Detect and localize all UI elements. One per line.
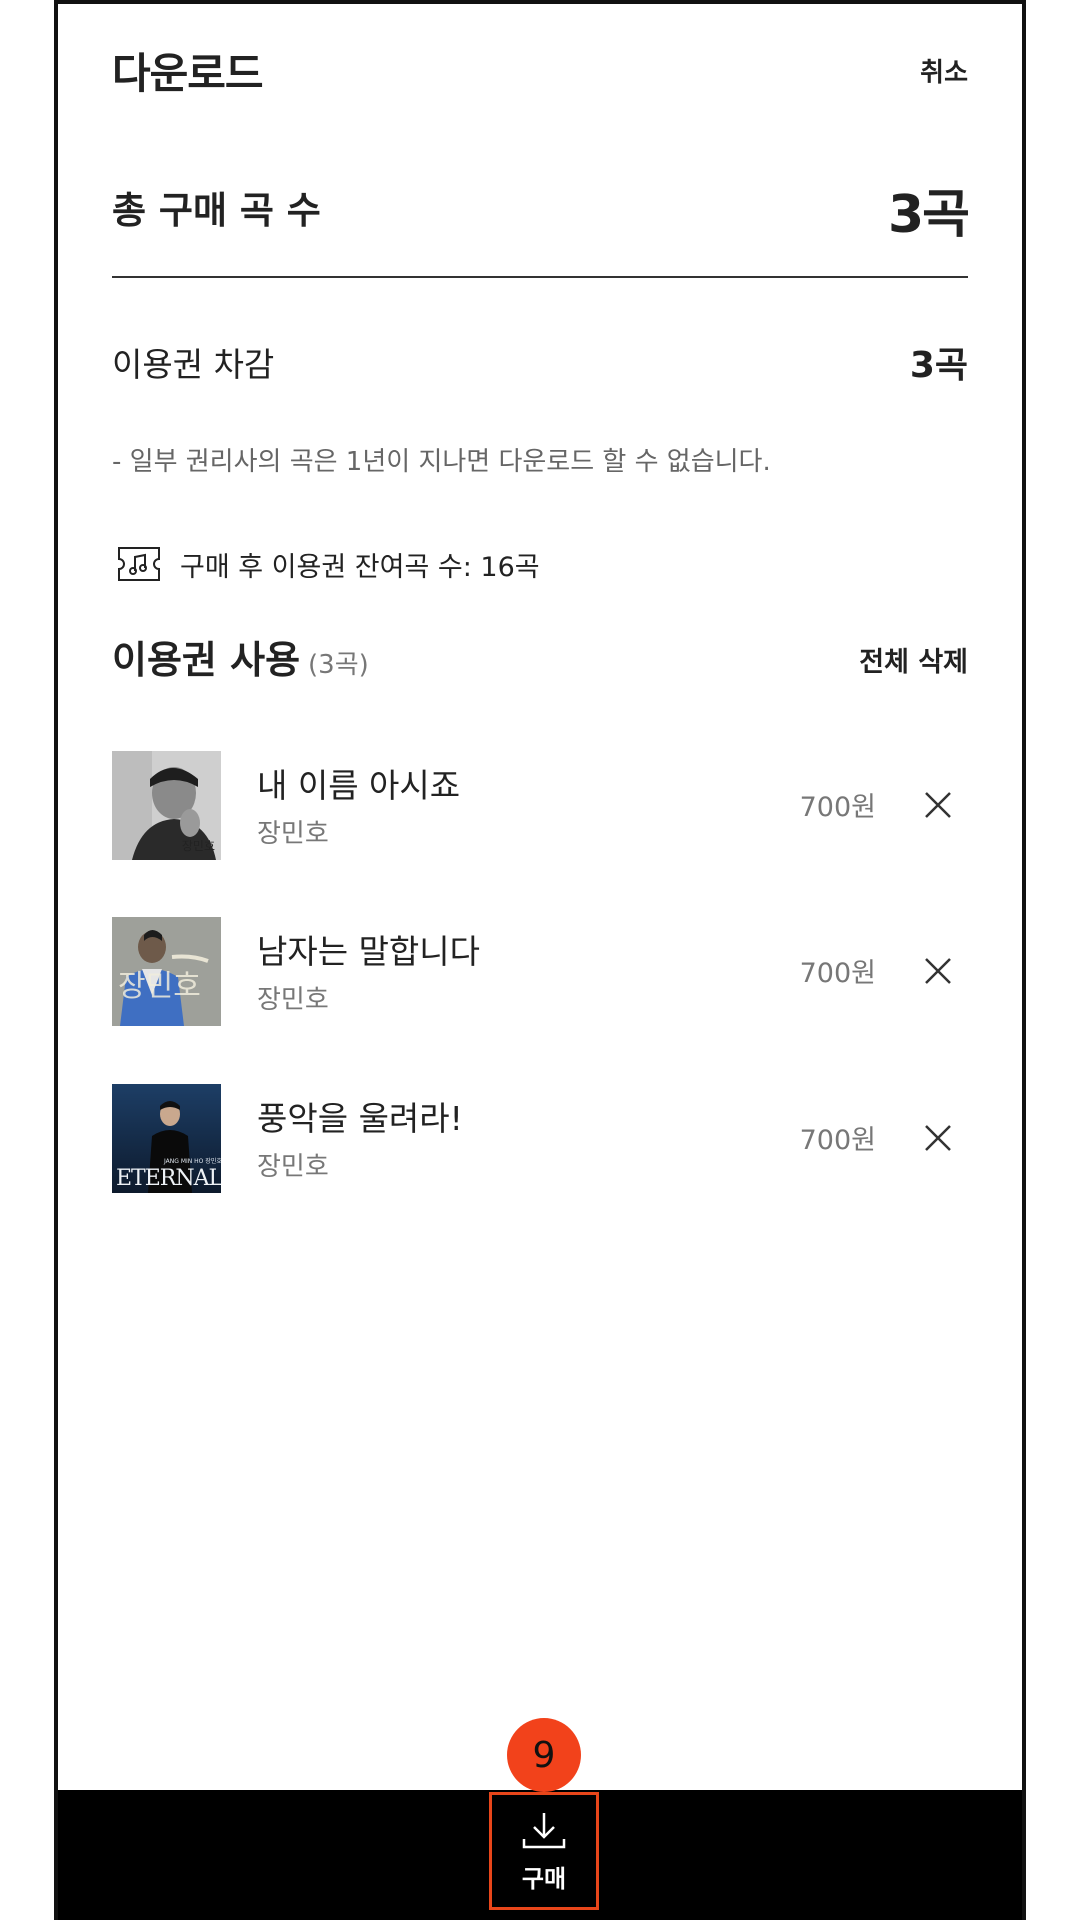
song-item[interactable]: JANG MIN HO 장민호 ETERNAL 풍악을 울려라! 장민호 700… [112,1084,968,1194]
page-title: 다운로드 [112,49,264,98]
total-count-value: 3곡 [887,185,970,245]
song-artist: 장민호 [257,819,329,849]
deduction-label: 이용권 차감 [112,345,275,384]
album-cover: 장민호 [112,751,221,860]
app-frame: 다운로드 취소 총 구매 곡 수 3곡 이용권 차감 3곡 - 일부 권리사의 … [54,0,1026,1920]
cover-subcaption: JANG MIN HO 장민호 [164,1158,221,1165]
section-title: 이용권 사용 (3곡) [112,629,369,684]
cover-caption: 장민호 [181,839,215,853]
buy-button[interactable]: 구매 [489,1792,599,1910]
song-artist: 장민호 [257,985,329,1015]
music-note-ticket-icon [118,547,160,581]
song-item[interactable]: 장민호 내 이름 아시죠 장민호 700원 [112,751,968,861]
song-price: 700원 [799,1125,876,1156]
remaining-songs-text: 구매 후 이용권 잔여곡 수: 16곡 [180,551,540,583]
album-cover: JANG MIN HO 장민호 ETERNAL [112,1084,221,1193]
album-cover: 장민호 [112,917,221,1026]
cancel-button[interactable]: 취소 [920,52,968,89]
cover-caption: ETERNAL [116,1166,221,1191]
section-title-label: 이용권 사용 [112,638,301,682]
song-price: 700원 [799,958,876,989]
song-item[interactable]: 장민호 남자는 말합니다 장민호 700원 [112,917,968,1027]
close-icon[interactable] [920,787,956,823]
divider [112,276,968,278]
remaining-songs-row: 구매 후 이용권 잔여곡 수: 16곡 [116,542,540,586]
close-icon[interactable] [920,953,956,989]
song-artist: 장민호 [257,1152,329,1182]
song-title: 내 이름 아시죠 [257,766,461,805]
song-price: 700원 [799,792,876,823]
deduction-value: 3곡 [909,345,968,386]
song-title: 풍악을 울려라! [257,1099,463,1138]
download-icon [522,1812,566,1848]
section-count: (3곡) [308,650,369,680]
step-badge: 9 [507,1718,581,1792]
buy-label: 구매 [521,1864,567,1893]
total-count-label: 총 구매 곡 수 [112,189,321,232]
rights-notice: - 일부 권리사의 곡은 1년이 지나면 다운로드 할 수 없습니다. [112,447,771,477]
cover-caption: 장민호 [118,969,201,1004]
close-icon[interactable] [920,1120,956,1156]
delete-all-button[interactable]: 전체 삭제 [859,640,968,679]
song-title: 남자는 말합니다 [257,932,481,971]
